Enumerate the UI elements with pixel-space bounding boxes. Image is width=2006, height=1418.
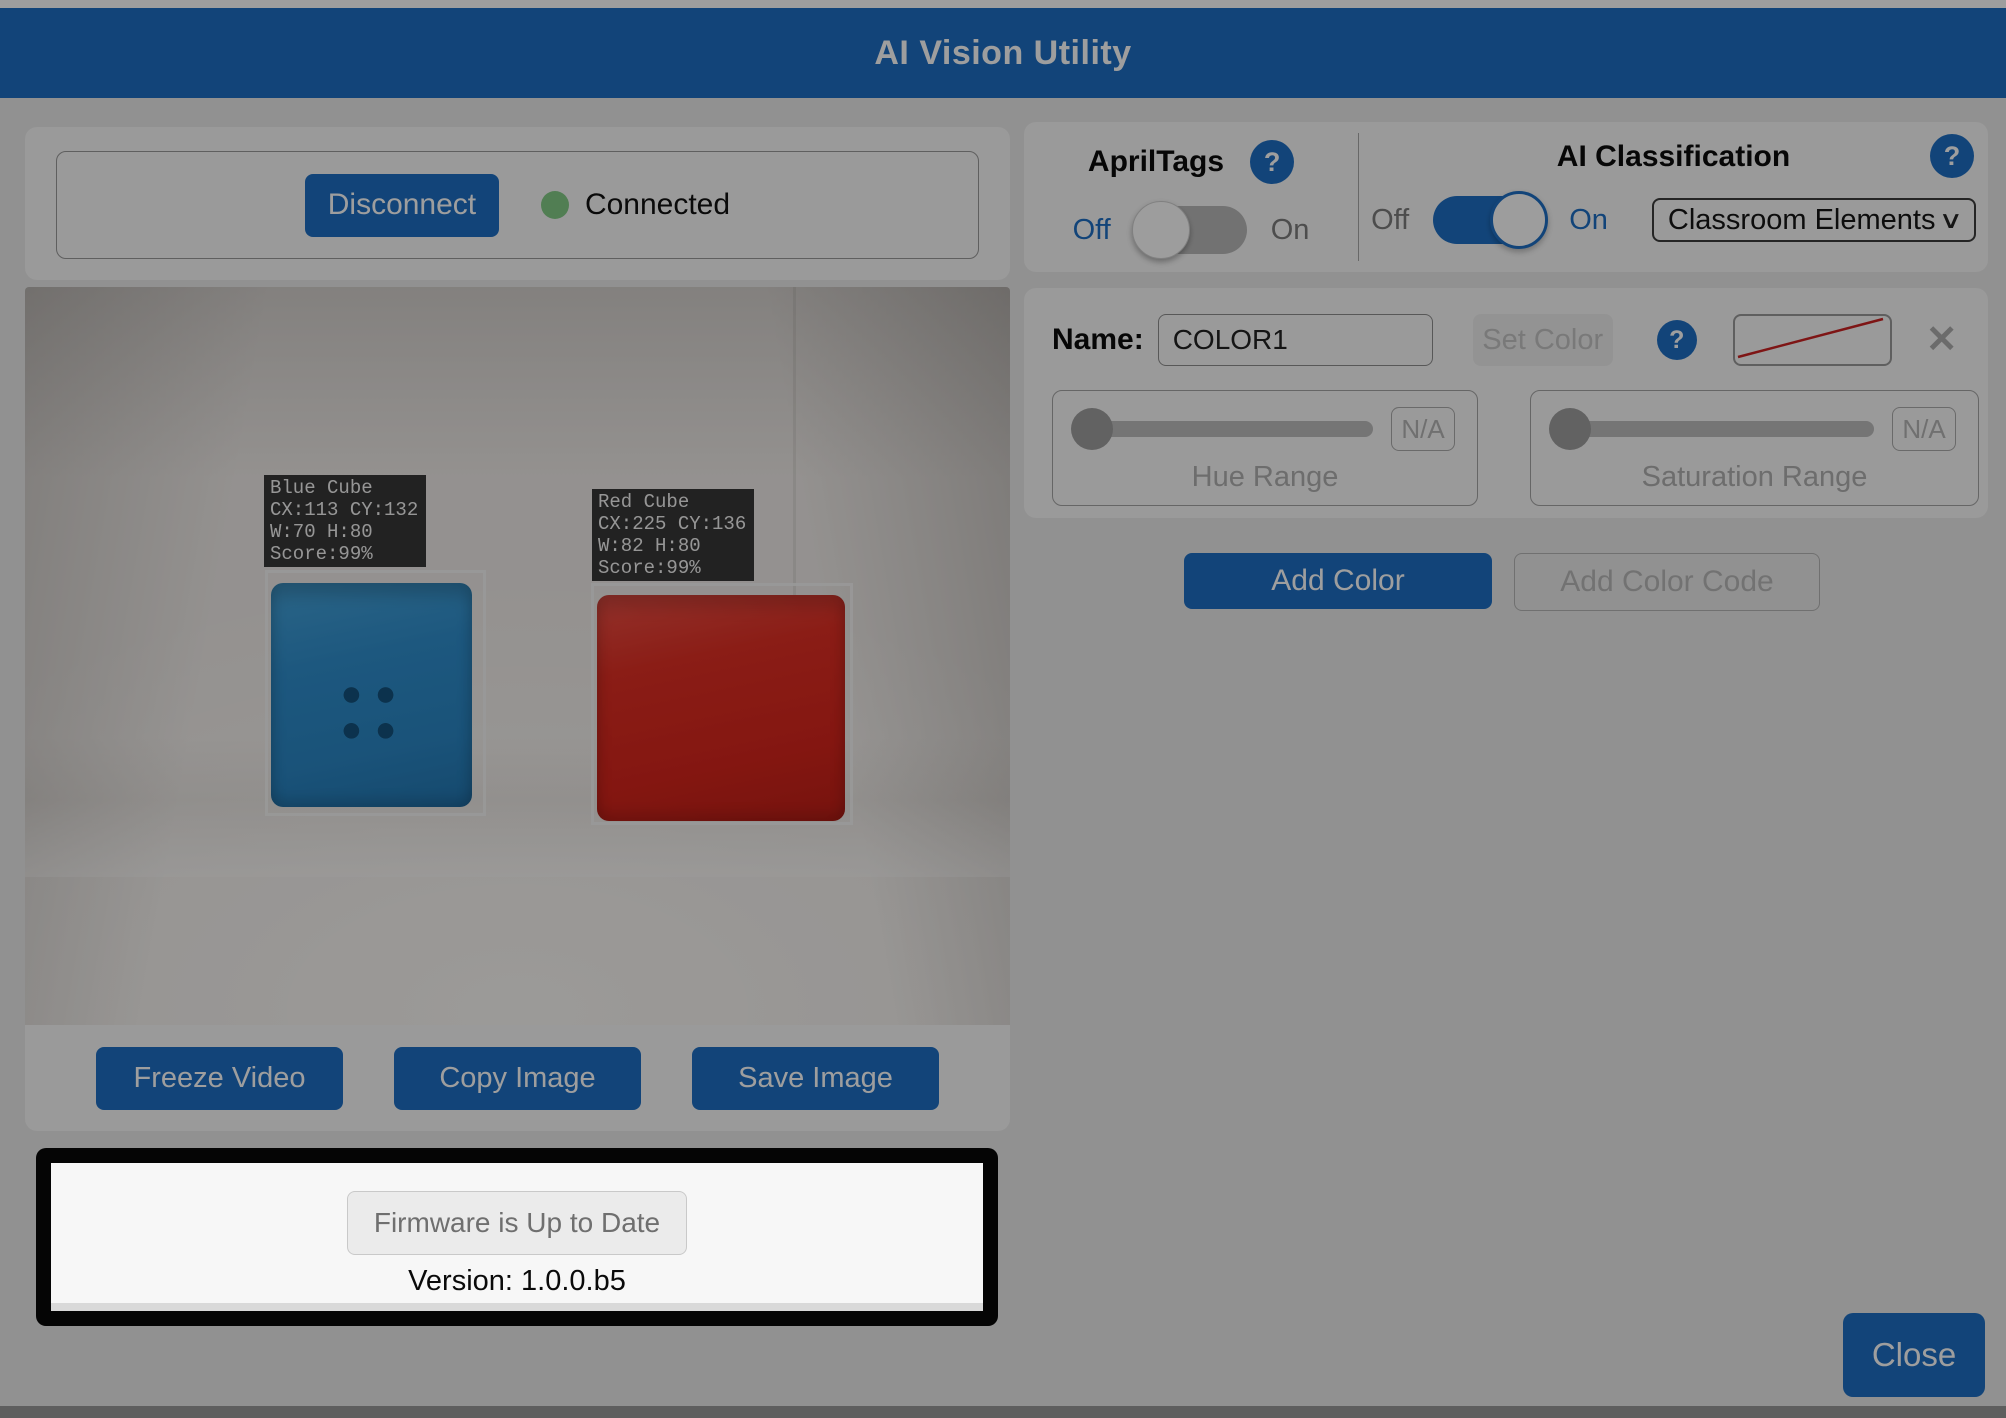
detection-position: CX:113 CY:132 [270, 499, 420, 521]
color-name-row: Name: Set Color ? ✕ [1024, 312, 1988, 368]
ai-classification-help-icon[interactable]: ? [1930, 134, 1974, 178]
toggle-knob [1490, 191, 1548, 249]
video-panel: Blue Cube CX:113 CY:132 W:70 H:80 Score:… [25, 287, 1010, 1131]
red-cube-detection-label: Red Cube CX:225 CY:136 W:82 H:80 Score:9… [592, 489, 754, 581]
toggle-knob [1132, 201, 1190, 259]
copy-image-button[interactable]: Copy Image [394, 1047, 641, 1110]
camera-feed: Blue Cube CX:113 CY:132 W:70 H:80 Score:… [25, 287, 1010, 1025]
hue-value-box: N/A [1391, 407, 1455, 451]
detection-size: W:82 H:80 [598, 535, 748, 557]
detection-name: Blue Cube [270, 477, 420, 499]
apriltags-toggle[interactable] [1135, 206, 1247, 254]
ai-classification-toggle[interactable] [1433, 196, 1545, 244]
hue-slider-knob[interactable] [1071, 408, 1113, 450]
detection-name: Red Cube [598, 491, 748, 513]
freeze-video-button[interactable]: Freeze Video [96, 1047, 343, 1110]
color-name-input[interactable] [1158, 314, 1433, 366]
ai-model-select[interactable]: Classroom Elements ∨ [1652, 198, 1976, 242]
apriltags-on-label: On [1271, 214, 1310, 247]
ai-classification-title: AI Classification [1557, 140, 1790, 174]
page-title: AI Vision Utility [874, 34, 1131, 73]
connection-status-box: Disconnect Connected [56, 151, 979, 259]
color-swatch-empty [1733, 314, 1892, 366]
color-name-label: Name: [1052, 323, 1144, 357]
apriltags-title: AprilTags [1088, 145, 1224, 179]
saturation-value-box: N/A [1892, 407, 1956, 451]
video-controls: Freeze Video Copy Image Save Image [25, 1025, 1010, 1131]
color-help-icon[interactable]: ? [1657, 320, 1697, 360]
firmware-version-label: Version: 1.0.0.b5 [51, 1265, 983, 1298]
hue-slider[interactable] [1075, 421, 1373, 437]
chevron-down-icon: ∨ [1939, 206, 1964, 235]
blue-cube-bounding-box [265, 570, 486, 816]
detection-size: W:70 H:80 [270, 521, 420, 543]
floor-line [25, 737, 1010, 877]
connection-status-label: Connected [585, 188, 730, 222]
saturation-range-label: Saturation Range [1531, 461, 1978, 494]
saturation-range-control: N/A Saturation Range [1530, 390, 1979, 506]
detection-position: CX:225 CY:136 [598, 513, 748, 535]
hue-range-control: N/A Hue Range [1052, 390, 1478, 506]
red-cube-bounding-box [591, 583, 853, 825]
saturation-slider[interactable] [1553, 421, 1874, 437]
remove-color-icon[interactable]: ✕ [1926, 321, 1958, 359]
blue-cube-detection-label: Blue Cube CX:113 CY:132 W:70 H:80 Score:… [264, 475, 426, 567]
firmware-status-button[interactable]: Firmware is Up to Date [347, 1191, 687, 1255]
ai-classification-on-label: On [1569, 204, 1608, 237]
swatch-diagonal-line [1735, 316, 1886, 360]
page-bottom-strip [0, 1406, 2006, 1418]
saturation-slider-knob[interactable] [1549, 408, 1591, 450]
color-signature-panel: Name: Set Color ? ✕ N/A Hue Range [1024, 288, 1988, 518]
save-image-button[interactable]: Save Image [692, 1047, 939, 1110]
detection-score: Score:99% [598, 557, 748, 579]
add-color-button[interactable]: Add Color [1184, 553, 1492, 609]
apriltags-off-label: Off [1073, 214, 1111, 247]
connection-panel: Disconnect Connected [25, 127, 1010, 280]
page-top-strip [0, 0, 2006, 8]
hue-range-label: Hue Range [1053, 461, 1477, 494]
close-button[interactable]: Close [1843, 1313, 1985, 1397]
set-color-button[interactable]: Set Color [1473, 314, 1613, 366]
disconnect-button[interactable]: Disconnect [305, 174, 499, 237]
apriltags-help-icon[interactable]: ? [1250, 140, 1294, 184]
ai-classification-off-label: Off [1371, 204, 1409, 237]
detection-features-panel: AprilTags ? Off On AI Classification ? O… [1024, 122, 1988, 272]
titlebar: AI Vision Utility [0, 8, 2006, 98]
add-color-code-button[interactable]: Add Color Code [1514, 553, 1820, 611]
detection-score: Score:99% [270, 543, 420, 565]
connected-status-dot [541, 191, 569, 219]
ai-model-selected-value: Classroom Elements [1668, 204, 1936, 237]
firmware-highlight-box: Firmware is Up to Date Version: 1.0.0.b5 [36, 1148, 998, 1326]
apriltags-section: AprilTags ? Off On [1024, 122, 1358, 272]
connection-status: Connected [541, 188, 730, 222]
ai-classification-section: AI Classification ? Off On Classroom Ele… [1358, 122, 1988, 272]
